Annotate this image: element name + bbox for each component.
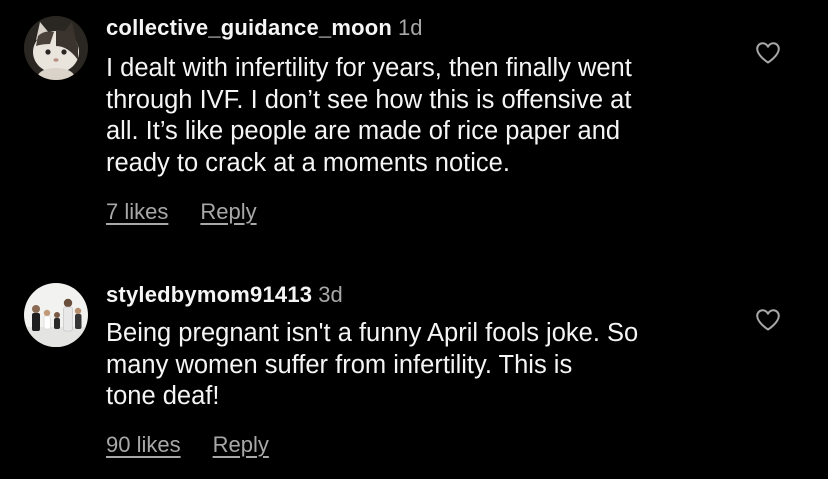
username[interactable]: collective_guidance_moon <box>106 15 392 40</box>
heart-outline-icon[interactable] <box>755 308 781 332</box>
comment-text: Being pregnant isn't a funny April fools… <box>106 319 639 410</box>
comment-text: I dealt with infertility for years, then… <box>106 54 632 177</box>
comment-header: styledbymom91413 3d <box>106 281 343 309</box>
comment-actions: 90 likes Reply <box>106 431 269 459</box>
time-ago: 3d <box>318 282 343 307</box>
user-avatar[interactable] <box>24 16 88 80</box>
family-photo-avatar-icon <box>24 283 88 347</box>
comment-actions: 7 likes Reply <box>106 198 257 226</box>
comment-item: collective_guidance_moon 1d I dealt with … <box>0 0 828 240</box>
heart-outline-icon[interactable] <box>755 41 781 65</box>
comment-item: styledbymom91413 3d Being pregnant isn't … <box>0 268 828 479</box>
user-avatar[interactable] <box>24 283 88 347</box>
time-ago: 1d <box>398 15 423 40</box>
comment-header: collective_guidance_moon 1d <box>106 14 422 42</box>
reply-button[interactable]: Reply <box>200 199 256 224</box>
likes-count-link[interactable]: 7 likes <box>106 199 168 224</box>
cat-avatar-icon <box>24 16 88 80</box>
reply-button[interactable]: Reply <box>213 432 269 457</box>
likes-count-link[interactable]: 90 likes <box>106 432 181 457</box>
username[interactable]: styledbymom91413 <box>106 282 312 307</box>
